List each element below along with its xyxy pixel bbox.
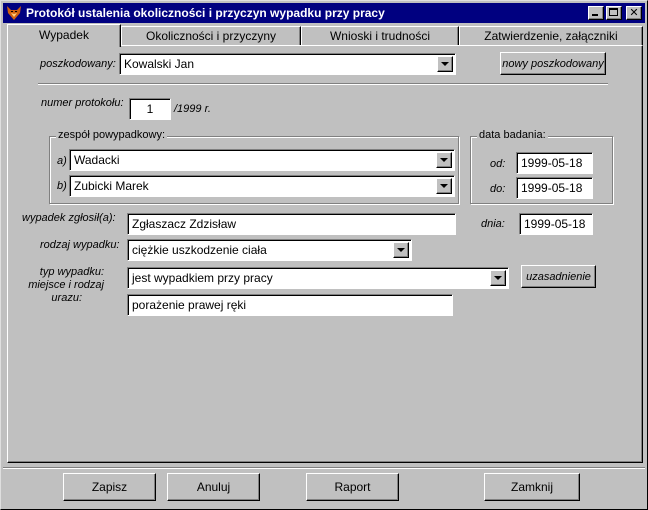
poszkodowany-value: Kowalski Jan: [124, 57, 195, 71]
accident-type-combo[interactable]: ciężkie uszkodzenie ciała: [127, 239, 412, 261]
poszkodowany-label: poszkodowany:: [40, 58, 116, 70]
minimize-button[interactable]: [588, 6, 604, 20]
day-label: dnia:: [481, 218, 505, 230]
accident-kind-combo[interactable]: jest wypadkiem przy pracy: [127, 267, 509, 289]
new-injured-button[interactable]: nowy poszkodowany: [500, 52, 606, 75]
cancel-button[interactable]: Anuluj: [167, 473, 260, 501]
close-button[interactable]: Zamknij: [484, 473, 580, 501]
accident-kind-value: jest wypadkiem przy pracy: [132, 271, 273, 285]
header-separator: [38, 83, 608, 85]
tab-panel-wypadek: poszkodowany: Kowalski Jan nowy poszkodo…: [7, 45, 643, 463]
team-group-title: zespół powypadkowy:: [56, 129, 168, 141]
accident-type-dropdown-icon[interactable]: [393, 242, 409, 258]
team-member-a-combo[interactable]: Wadacki: [69, 149, 455, 171]
footer-separator: [3, 467, 645, 469]
day-input[interactable]: 1999-05-18: [519, 213, 593, 235]
team-b-dropdown-icon[interactable]: [436, 178, 452, 194]
minimize-icon: [592, 14, 598, 16]
tab-wypadek[interactable]: Wypadek: [7, 24, 121, 47]
save-button[interactable]: Zapisz: [63, 473, 156, 501]
maximize-icon: [609, 8, 618, 16]
date-to-input[interactable]: 1999-05-18: [516, 177, 593, 199]
tab-wnioski[interactable]: Wnioski i trudności: [301, 26, 459, 46]
team-member-b-combo[interactable]: Zubicki Marek: [69, 175, 455, 197]
team-a-dropdown-icon[interactable]: [436, 152, 452, 168]
tab-okolicznosci[interactable]: Okoliczności i przyczyny: [121, 26, 301, 46]
app-window: Protokół ustalenia okoliczności i przycz…: [0, 0, 648, 510]
date-to-label: do:: [490, 183, 506, 195]
reported-by-input[interactable]: Zgłaszacz Zdzisław: [127, 213, 456, 235]
window-title: Protokół ustalenia okoliczności i przycz…: [26, 6, 385, 20]
fox-app-icon: [7, 6, 21, 20]
justification-button[interactable]: uzasadnienie: [521, 265, 596, 288]
team-b-label: b): [57, 180, 67, 192]
date-group-title: data badania:: [477, 129, 548, 141]
poszkodowany-combo[interactable]: Kowalski Jan: [119, 53, 456, 75]
close-window-button[interactable]: ✕: [626, 6, 642, 20]
team-a-label: a): [57, 155, 67, 167]
protocol-number-input[interactable]: 1: [129, 98, 171, 120]
accident-kind-label: typ wypadku:: [39, 266, 104, 278]
team-member-a-value: Wadacki: [74, 153, 120, 167]
poszkodowany-dropdown-icon[interactable]: [437, 56, 453, 72]
maximize-button[interactable]: [606, 6, 622, 20]
tab-zatwierdzenie[interactable]: Zatwierdzenie, załączniki: [459, 26, 643, 46]
date-from-input[interactable]: 1999-05-18: [516, 152, 593, 174]
injury-label-line2: urazu:: [51, 292, 82, 304]
accident-type-value: ciężkie uszkodzenie ciała: [132, 243, 267, 257]
accident-type-label: rodzaj wypadku:: [40, 239, 120, 251]
tab-strip: Wypadek Okoliczności i przyczyny Wnioski…: [7, 24, 643, 47]
date-from-label: od:: [490, 158, 506, 170]
reported-by-label: wypadek zgłosił(a):: [22, 212, 116, 224]
protocol-number-label: numer protokołu:: [41, 97, 124, 109]
team-member-b-value: Zubicki Marek: [74, 179, 149, 193]
injury-label-line1: miejsce i rodzaj: [28, 279, 104, 291]
report-button[interactable]: Raport: [306, 473, 399, 501]
title-bar[interactable]: Protokół ustalenia okoliczności i przycz…: [3, 3, 645, 23]
protocol-year-suffix: /1999 r.: [174, 103, 211, 115]
accident-kind-dropdown-icon[interactable]: [490, 270, 506, 286]
injury-input[interactable]: porażenie prawej ręki: [127, 294, 453, 316]
close-icon: ✕: [629, 6, 639, 19]
